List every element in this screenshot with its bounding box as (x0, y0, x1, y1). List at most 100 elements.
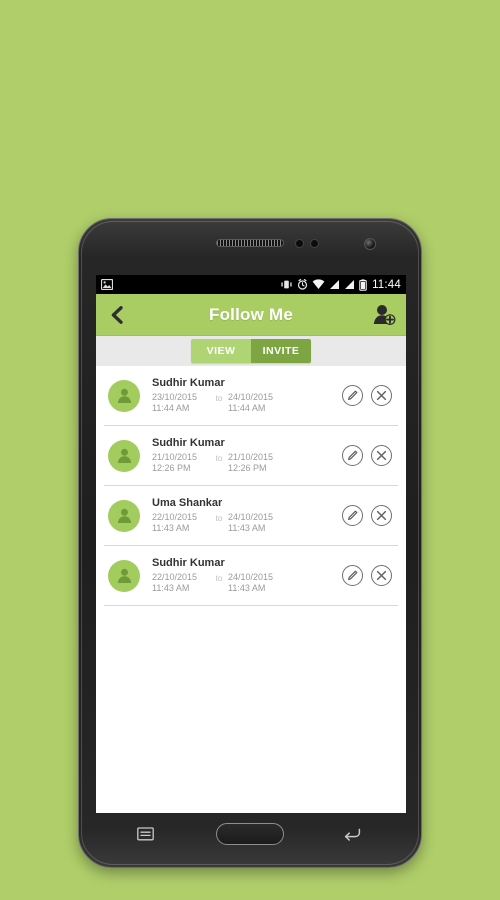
tab-group: VIEW INVITE (191, 339, 311, 363)
contact-name: Sudhir Kumar (152, 377, 225, 389)
avatar (108, 559, 140, 592)
edit-pencil-icon (348, 450, 358, 460)
edit-pencil-icon (348, 510, 358, 520)
signal-icon-2 (345, 280, 355, 289)
image-icon (101, 279, 113, 290)
row-info: Sudhir Kumar 21/10/2015 12:26 PM to 21/1… (152, 437, 342, 474)
delete-x-icon (376, 450, 387, 461)
vibrate-icon (281, 280, 292, 289)
end-datetime: 21/10/2015 12:26 PM (228, 452, 286, 474)
delete-button[interactable] (371, 445, 392, 466)
tab-invite[interactable]: INVITE (251, 339, 311, 363)
end-date: 21/10/2015 (228, 452, 274, 462)
start-datetime: 23/10/2015 11:44 AM (152, 392, 210, 414)
light-sensor-icon (310, 239, 319, 248)
edit-button[interactable] (342, 385, 363, 406)
edit-button[interactable] (342, 445, 363, 466)
start-datetime: 22/10/2015 11:43 AM (152, 512, 210, 534)
end-datetime: 24/10/2015 11:43 AM (228, 512, 286, 534)
end-time: 11:43 AM (228, 523, 266, 533)
table-row[interactable]: Sudhir Kumar 22/10/2015 11:43 AM to 24/1… (104, 546, 398, 606)
end-datetime: 24/10/2015 11:44 AM (228, 392, 286, 414)
edit-button[interactable] (342, 565, 363, 586)
start-time: 11:44 AM (152, 403, 190, 413)
phone-bottom-bezel (79, 809, 421, 867)
end-time: 12:26 PM (228, 463, 267, 473)
delete-x-icon (376, 510, 387, 521)
back-arrow-icon (344, 828, 361, 841)
end-date: 24/10/2015 (228, 392, 274, 402)
start-datetime: 22/10/2015 11:43 AM (152, 572, 210, 594)
add-user-icon (373, 304, 395, 325)
delete-x-icon (376, 570, 387, 581)
home-button[interactable] (216, 823, 284, 845)
table-row[interactable]: Sudhir Kumar 23/10/2015 11:44 AM to 24/1… (104, 366, 398, 426)
start-date: 22/10/2015 (152, 512, 198, 522)
row-actions (342, 445, 392, 466)
delete-button[interactable] (371, 565, 392, 586)
status-bar: 11:44 (96, 275, 406, 294)
avatar (108, 379, 140, 412)
tab-bar: VIEW INVITE (96, 336, 406, 366)
end-time: 11:44 AM (228, 403, 266, 413)
status-bar-time: 11:44 (372, 278, 401, 291)
avatar (108, 499, 140, 532)
contact-name: Uma Shankar (152, 497, 223, 509)
end-date: 24/10/2015 (228, 512, 274, 522)
range-separator: to (215, 574, 223, 583)
back-chevron-icon (111, 305, 123, 324)
range-separator: to (215, 514, 223, 523)
row-actions (342, 565, 392, 586)
row-actions (342, 385, 392, 406)
person-avatar-icon (117, 568, 131, 583)
date-range: 21/10/2015 12:26 PM to 21/10/2015 12:26 … (152, 452, 342, 474)
edit-pencil-icon (348, 390, 358, 400)
person-avatar-icon (117, 508, 131, 523)
phone-device: 11:44 Follow Me VIEW INVITE Sudhir Kumar… (78, 218, 422, 868)
delete-button[interactable] (371, 385, 392, 406)
start-time: 11:43 AM (152, 583, 190, 593)
edit-button[interactable] (342, 505, 363, 526)
tab-view[interactable]: VIEW (191, 339, 251, 363)
row-actions (342, 505, 392, 526)
back-nav-button[interactable] (343, 827, 363, 843)
battery-icon (359, 278, 367, 291)
alarm-icon (297, 279, 308, 290)
person-avatar-icon (117, 388, 131, 403)
range-separator: to (215, 454, 223, 463)
phone-top-bezel (79, 219, 421, 277)
invite-list: Sudhir Kumar 23/10/2015 11:44 AM to 24/1… (96, 366, 406, 606)
date-range: 22/10/2015 11:43 AM to 24/10/2015 11:43 … (152, 572, 342, 594)
start-date: 22/10/2015 (152, 572, 198, 582)
date-range: 22/10/2015 11:43 AM to 24/10/2015 11:43 … (152, 512, 342, 534)
start-date: 23/10/2015 (152, 392, 198, 402)
row-info: Sudhir Kumar 23/10/2015 11:44 AM to 24/1… (152, 377, 342, 414)
delete-button[interactable] (371, 505, 392, 526)
back-button[interactable] (96, 294, 136, 336)
status-bar-left (101, 279, 113, 290)
person-avatar-icon (117, 448, 131, 463)
table-row[interactable]: Uma Shankar 22/10/2015 11:43 AM to 24/10… (104, 486, 398, 546)
start-time: 12:26 PM (152, 463, 191, 473)
avatar (108, 439, 140, 472)
speaker-grille-icon (216, 239, 284, 247)
end-date: 24/10/2015 (228, 572, 274, 582)
phone-screen: 11:44 Follow Me VIEW INVITE Sudhir Kumar… (96, 275, 406, 813)
row-info: Sudhir Kumar 22/10/2015 11:43 AM to 24/1… (152, 557, 342, 594)
page-title: Follow Me (209, 304, 293, 324)
signal-icon (330, 280, 340, 289)
delete-x-icon (376, 390, 387, 401)
row-info: Uma Shankar 22/10/2015 11:43 AM to 24/10… (152, 497, 342, 534)
status-bar-right: 11:44 (280, 279, 401, 291)
range-separator: to (215, 394, 223, 403)
menu-button[interactable] (137, 827, 157, 843)
contact-name: Sudhir Kumar (152, 437, 225, 449)
start-datetime: 21/10/2015 12:26 PM (152, 452, 210, 474)
action-bar: Follow Me (96, 294, 406, 336)
table-row[interactable]: Sudhir Kumar 21/10/2015 12:26 PM to 21/1… (104, 426, 398, 486)
contact-name: Sudhir Kumar (152, 557, 225, 569)
start-time: 11:43 AM (152, 523, 190, 533)
end-time: 11:43 AM (228, 583, 266, 593)
add-user-button[interactable] (362, 294, 406, 336)
end-datetime: 24/10/2015 11:43 AM (228, 572, 286, 594)
